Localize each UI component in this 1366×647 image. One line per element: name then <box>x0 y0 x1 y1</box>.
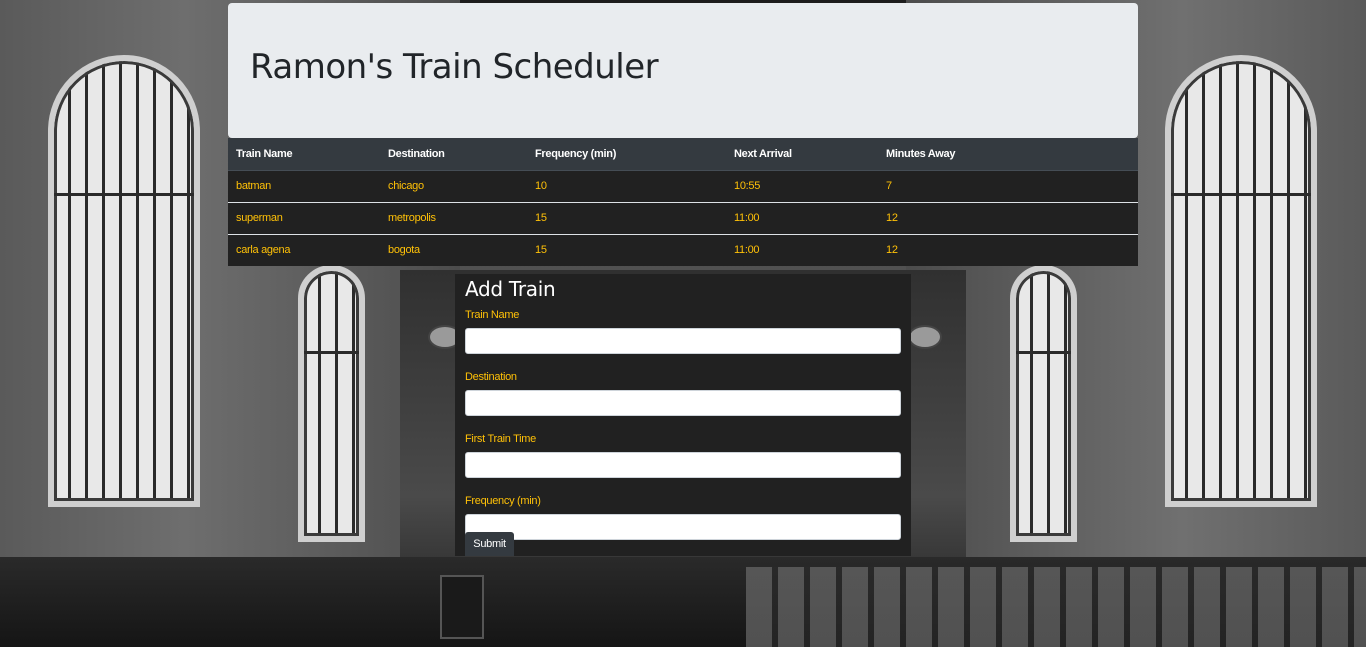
train-name-group: Train Name <box>465 308 901 354</box>
frequency-label: Frequency (min) <box>465 495 541 507</box>
cell-frequency: 10 <box>535 180 547 192</box>
page-title: Ramon's Train Scheduler <box>250 47 659 87</box>
first-train-time-label: First Train Time <box>465 433 536 445</box>
add-train-heading: Add Train <box>465 277 556 301</box>
first-train-time-group: First Train Time <box>465 432 901 478</box>
table-header: Train Name Destination Frequency (min) N… <box>228 138 1138 171</box>
cell-frequency: 15 <box>527 233 726 266</box>
cell-minutes-away: 12 <box>878 201 1138 234</box>
cell-train-name: batman <box>236 180 271 192</box>
cell-minutes-away: 7 <box>886 180 892 192</box>
column-header-destination: Destination <box>380 138 527 171</box>
column-header-train-name: Train Name <box>228 138 380 171</box>
column-header-minutes-away: Minutes Away <box>878 138 1138 171</box>
frequency-input[interactable] <box>465 514 901 540</box>
cell-next-arrival: 11:00 <box>726 201 878 234</box>
cell-train-name: carla agena <box>228 233 380 266</box>
column-header-frequency: Frequency (min) <box>527 138 726 171</box>
table-row: batman chicago 10 10:55 7 <box>228 170 1138 202</box>
column-header-next-arrival: Next Arrival <box>726 138 878 171</box>
cell-destination: bogota <box>380 233 527 266</box>
add-train-form: Add Train Train Name Destination First T… <box>455 274 911 556</box>
first-train-time-input[interactable] <box>465 452 901 478</box>
cell-next-arrival: 11:00 <box>726 233 878 266</box>
cell-train-name: superman <box>228 201 380 234</box>
destination-label: Destination <box>465 371 517 383</box>
background-benches <box>746 567 1366 647</box>
cell-minutes-away: 12 <box>878 233 1138 266</box>
background-window <box>298 265 365 542</box>
table-body: batman chicago 10 10:55 7 superman metro… <box>228 170 1138 266</box>
table-row: superman metropolis 15 11:00 12 <box>228 201 1138 234</box>
table-row: carla agena bogota 15 11:00 12 <box>228 233 1138 266</box>
background-door <box>440 575 484 639</box>
background-window <box>1165 55 1317 507</box>
train-schedule-table: Train Name Destination Frequency (min) N… <box>228 138 1138 266</box>
cell-frequency: 15 <box>527 201 726 234</box>
table-header-row: Train Name Destination Frequency (min) N… <box>228 138 1138 171</box>
background-window <box>1010 265 1077 542</box>
cell-destination: metropolis <box>380 201 527 234</box>
background-lamp <box>908 325 942 349</box>
submit-button[interactable]: Submit <box>465 532 514 556</box>
frequency-group: Frequency (min) <box>465 494 901 540</box>
cell-next-arrival: 10:55 <box>734 180 761 192</box>
cell-destination: chicago <box>388 180 424 192</box>
destination-group: Destination <box>465 370 901 416</box>
train-name-label: Train Name <box>465 309 520 321</box>
destination-input[interactable] <box>465 390 901 416</box>
train-name-input[interactable] <box>465 328 901 354</box>
background-window <box>48 55 200 507</box>
header-jumbotron: Ramon's Train Scheduler <box>228 3 1138 138</box>
